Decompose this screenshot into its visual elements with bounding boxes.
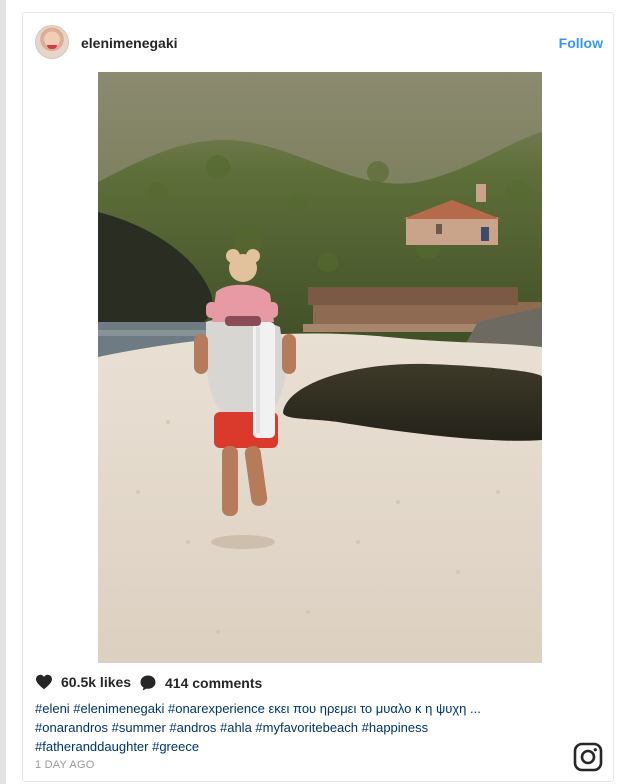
heart-icon (36, 674, 52, 690)
instagram-embed-card: elenimenegaki Follow 60.5k likes 414 com… (22, 12, 614, 782)
caption-line-1: #eleni #elenimenegaki #onarexperience εκ… (35, 701, 481, 716)
caption-line-3: #fatheranddaughter #greece (35, 739, 200, 754)
follow-button[interactable]: Follow (559, 35, 603, 51)
username-link[interactable]: elenimenegaki (81, 35, 178, 51)
page-left-rule (0, 0, 6, 784)
comments-count[interactable]: 414 comments (139, 674, 262, 692)
post-photo[interactable] (98, 72, 542, 663)
likes-label: 60.5k likes (61, 674, 132, 690)
likes-count[interactable]: 60.5k likes (35, 674, 131, 690)
comments-label: 414 comments (165, 675, 263, 691)
caption-line-2: #onarandros #summer #andros #ahla #myfav… (35, 720, 429, 735)
engagement-bar: 60.5k likes 414 comments (35, 674, 595, 698)
avatar[interactable] (35, 25, 69, 59)
instagram-logo-icon[interactable] (573, 742, 603, 772)
comment-bubble-icon (140, 675, 156, 691)
post-header: elenimenegaki Follow (23, 13, 613, 71)
post-timestamp[interactable]: 1 DAY AGO (35, 759, 94, 771)
post-caption: #eleni #elenimenegaki #onarexperience εκ… (35, 699, 555, 756)
